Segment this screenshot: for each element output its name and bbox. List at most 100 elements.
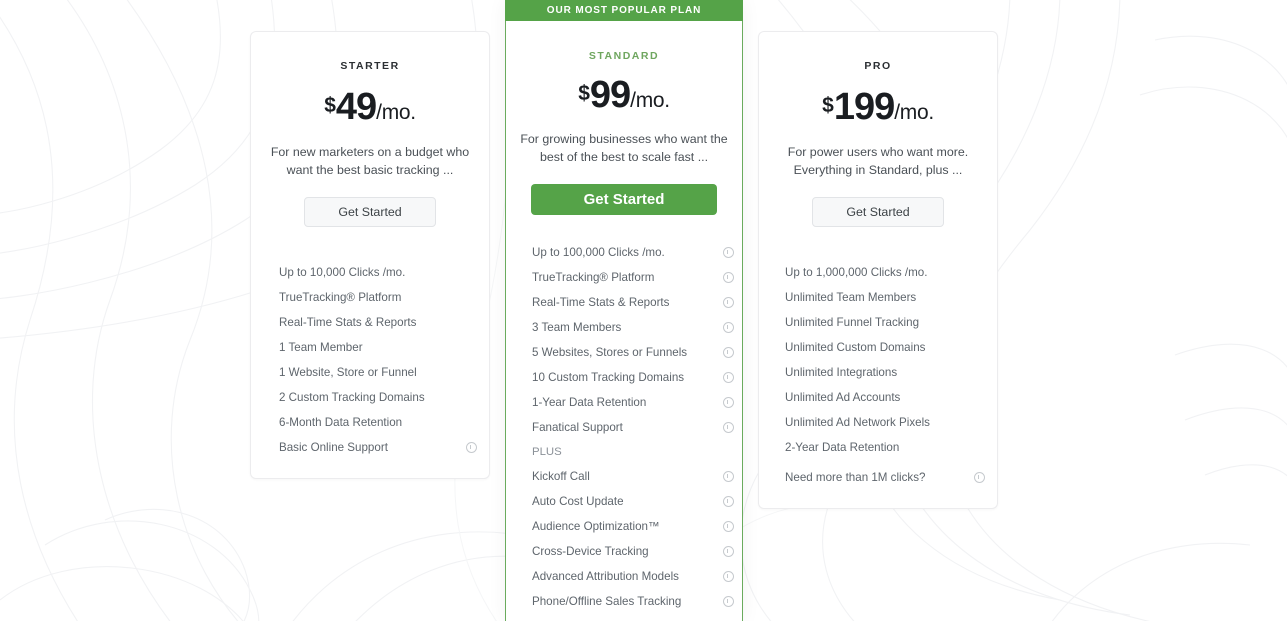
feature-label: Up to 1,000,000 Clicks /mo. [785,266,928,279]
feature-item: Phone/Offline Sales Tracking [532,589,734,614]
cta-wrap-standard: Get Started [506,184,742,215]
price-currency: $ [324,94,336,117]
feature-label: Cross-Device Tracking [532,545,649,558]
feature-group-label: PLUS [532,440,734,464]
feature-label: 1 Website, Store or Funnel [279,366,417,379]
feature-item: 6-Month Data Retention [279,410,477,435]
info-icon[interactable] [723,521,734,532]
plan-description-starter: For new marketers on a budget who want t… [270,145,470,177]
info-icon[interactable] [723,322,734,333]
feature-list-standard: Up to 100,000 Clicks /mo. TrueTracking® P… [506,240,742,614]
feature-label: TrueTracking® Platform [532,271,655,284]
feature-label: Up to 100,000 Clicks /mo. [532,246,665,259]
info-icon[interactable] [723,571,734,582]
info-icon[interactable] [723,372,734,383]
feature-label: Basic Online Support [279,441,388,454]
feature-item: 2-Year Data Retention [785,435,985,460]
price-amount: 199 [833,86,895,128]
feature-item: Unlimited Custom Domains [785,335,985,360]
feature-label: Up to 10,000 Clicks /mo. [279,266,406,279]
feature-item: Cross-Device Tracking [532,539,734,564]
feature-label: Need more than 1M clicks? [785,471,926,484]
feature-label: Audience Optimization™ [532,520,660,533]
plan-name-standard: STANDARD [588,50,660,62]
plan-description-pro: For power users who want more. Everythin… [787,145,969,177]
get-started-button-starter[interactable]: Get Started [304,197,436,227]
info-icon[interactable] [723,297,734,308]
feature-item: 1-Year Data Retention [532,390,734,415]
price-currency: $ [578,82,590,105]
cta-wrap-pro: Get Started [759,197,997,227]
feature-label: Auto Cost Update [532,495,624,508]
feature-label: Unlimited Ad Accounts [785,391,901,404]
plan-name-pro: PRO [864,60,892,72]
get-started-button-pro[interactable]: Get Started [812,197,944,227]
price-period: /mo. [894,101,934,124]
feature-item: Real-Time Stats & Reports [279,310,477,335]
feature-label: TrueTracking® Platform [279,291,402,304]
most-popular-banner: OUR MOST POPULAR PLAN [505,0,743,21]
feature-item: Basic Online Support [279,435,477,460]
cta-wrap-starter: Get Started [251,197,489,227]
feature-label: 3 Team Members [532,321,622,334]
feature-item: Auto Cost Update [532,489,734,514]
feature-label: Unlimited Integrations [785,366,898,379]
info-icon[interactable] [723,596,734,607]
pricing-table: STARTER $49/mo. For new marketers on a b… [0,0,1287,621]
feature-item: Unlimited Ad Network Pixels [785,410,985,435]
pricing-card-pro[interactable]: PRO $199/mo. For power users who want mo… [758,31,998,509]
feature-list-pro: Up to 1,000,000 Clicks /mo. Unlimited Tea… [759,260,997,490]
feature-label: Real-Time Stats & Reports [279,316,417,329]
pricing-card-starter[interactable]: STARTER $49/mo. For new marketers on a b… [250,31,490,479]
feature-item: Kickoff Call [532,464,734,489]
price-period: /mo. [376,101,416,124]
price-currency: $ [822,94,834,117]
info-icon[interactable] [723,546,734,557]
info-icon[interactable] [974,472,985,483]
feature-item: Unlimited Team Members [785,285,985,310]
price-standard: $99/mo. [506,74,742,117]
feature-item: TrueTracking® Platform [279,285,477,310]
feature-label: Unlimited Ad Network Pixels [785,416,930,429]
plan-description-standard: For growing businesses who want the best… [520,132,728,164]
feature-label: 1 Team Member [279,341,363,354]
feature-label: 2 Custom Tracking Domains [279,391,425,404]
info-icon[interactable] [723,422,734,433]
price-pro: $199/mo. [759,86,997,129]
feature-item: TrueTracking® Platform [532,265,734,290]
feature-label: Fanatical Support [532,421,623,434]
info-icon[interactable] [723,347,734,358]
feature-label: 2-Year Data Retention [785,441,900,454]
feature-label: PLUS [532,446,562,458]
feature-item: 2 Custom Tracking Domains [279,385,477,410]
feature-label: 1-Year Data Retention [532,396,647,409]
feature-item: 3 Team Members [532,315,734,340]
feature-label: Unlimited Team Members [785,291,917,304]
feature-label: 10 Custom Tracking Domains [532,371,685,384]
price-period: /mo. [630,89,670,112]
pricing-card-standard[interactable]: STANDARD $99/mo. For growing businesses … [505,0,743,621]
feature-list-starter: Up to 10,000 Clicks /mo. TrueTracking® Pl… [251,260,489,460]
feature-item: Unlimited Integrations [785,360,985,385]
info-icon[interactable] [723,247,734,258]
feature-label: Unlimited Custom Domains [785,341,926,354]
feature-item: Unlimited Funnel Tracking [785,310,985,335]
feature-label: Kickoff Call [532,470,590,483]
info-icon[interactable] [723,496,734,507]
feature-label: Advanced Attribution Models [532,570,679,583]
feature-item: Advanced Attribution Models [532,564,734,589]
feature-label: 5 Websites, Stores or Funnels [532,346,688,359]
feature-label: Real-Time Stats & Reports [532,296,670,309]
info-icon[interactable] [723,272,734,283]
get-started-button-standard[interactable]: Get Started [531,184,717,215]
feature-item: 5 Websites, Stores or Funnels [532,340,734,365]
feature-label: Unlimited Funnel Tracking [785,316,920,329]
feature-item: Up to 100,000 Clicks /mo. [532,240,734,265]
feature-label: Phone/Offline Sales Tracking [532,595,682,608]
price-amount: 99 [589,74,631,116]
info-icon[interactable] [466,442,477,453]
feature-item: Up to 10,000 Clicks /mo. [279,260,477,285]
info-icon[interactable] [723,471,734,482]
info-icon[interactable] [723,397,734,408]
plan-name-starter: STARTER [340,60,400,72]
